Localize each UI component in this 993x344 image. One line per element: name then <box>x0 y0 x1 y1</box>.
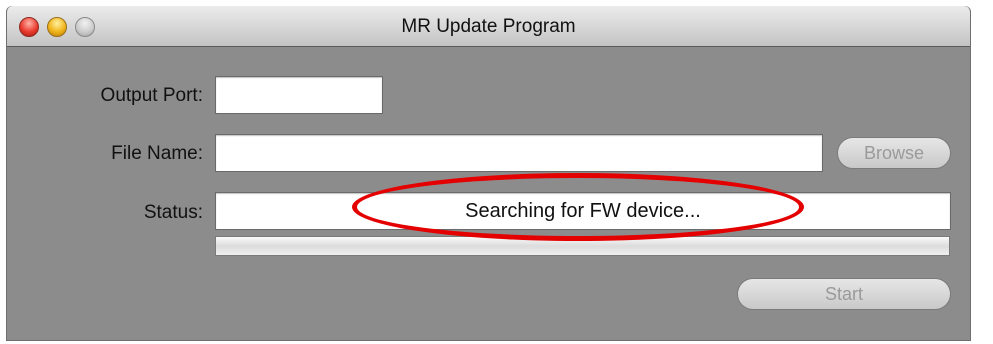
app-window: MR Update Program Output Port: File Name… <box>6 6 971 341</box>
output-port-input[interactable] <box>215 76 383 114</box>
status-label: Status: <box>143 202 203 223</box>
status-field: Searching for FW device... <box>215 192 951 230</box>
file-name-input[interactable] <box>215 134 823 172</box>
window-title: MR Update Program <box>401 16 576 37</box>
progress-bar <box>215 236 950 256</box>
file-name-label: File Name: <box>111 143 203 164</box>
start-button[interactable]: Start <box>737 278 951 310</box>
browse-button[interactable]: Browse <box>837 137 951 169</box>
title-bar[interactable]: MR Update Program <box>7 6 970 47</box>
output-port-label: Output Port: <box>100 85 203 106</box>
